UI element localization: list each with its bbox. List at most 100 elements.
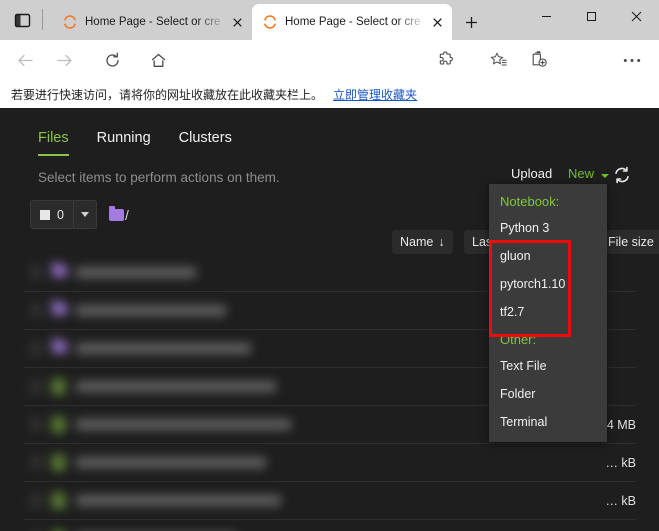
- browser-tab-2-title: Home Page - Select or cre: [285, 16, 421, 28]
- minimize-window-icon[interactable]: [524, 0, 569, 32]
- breadcrumb-path: /: [124, 206, 129, 223]
- row-meta: … kB: [560, 444, 636, 481]
- file-row-name-obscured: [30, 254, 196, 291]
- tab-files[interactable]: Files: [38, 130, 69, 156]
- row-checkbox[interactable]: [30, 342, 43, 355]
- row-meta: … kB: [560, 520, 636, 531]
- upload-button[interactable]: Upload: [511, 166, 552, 181]
- favorites-bar-message: 若要进行快速访问，请将你的网址收藏放在此收藏夹栏上。: [11, 87, 324, 102]
- settings-and-more-icon[interactable]: [620, 48, 644, 72]
- notebook-glyph: [52, 493, 65, 508]
- file-row-name-obscured: [30, 292, 226, 329]
- favorites-bar: 若要进行快速访问，请将你的网址收藏放在此收藏夹栏上。 立即管理收藏夹: [0, 80, 659, 108]
- back-icon[interactable]: [13, 48, 37, 72]
- notebook-icon: [52, 417, 67, 432]
- notebook-glyph: [52, 455, 65, 470]
- row-checkbox[interactable]: [30, 380, 43, 393]
- home-icon[interactable]: [146, 48, 170, 72]
- refresh-icon[interactable]: [613, 166, 631, 184]
- row-checkbox[interactable]: [30, 418, 43, 431]
- folder-glyph: [52, 262, 67, 277]
- file-row-name-obscured: [30, 406, 291, 443]
- folder-glyph: [52, 300, 67, 315]
- jupyter-page: Files Running Clusters Select items to p…: [0, 108, 659, 531]
- menu-item-folder[interactable]: Folder: [489, 380, 607, 408]
- menu-item-gluon[interactable]: gluon: [489, 242, 607, 270]
- column-header-name-label: Name: [400, 235, 434, 249]
- jupyter-nav-tabs: Files Running Clusters: [38, 130, 232, 156]
- jupyter-favicon: [62, 14, 78, 30]
- browser-toolbar: localhost:8888/t…: [0, 40, 659, 115]
- tab-strip-divider: [42, 9, 43, 30]
- menu-item-tf[interactable]: tf2.7: [489, 298, 607, 326]
- folder-glyph: [52, 338, 67, 353]
- table-row[interactable]: … kB: [24, 444, 636, 482]
- file-size: … kB: [605, 455, 636, 470]
- sort-arrow-icon: ↓: [438, 235, 445, 249]
- manage-favorites-link[interactable]: 立即管理收藏夹: [333, 86, 417, 103]
- tab-actions-icon[interactable]: [11, 9, 33, 31]
- folder-icon: [52, 300, 67, 318]
- menu-header-notebook: Notebook:: [500, 194, 560, 209]
- new-button[interactable]: New: [568, 166, 594, 181]
- notebook-icon: [52, 493, 67, 508]
- breadcrumb[interactable]: /: [108, 205, 129, 223]
- reload-icon[interactable]: [100, 48, 124, 72]
- column-header-name[interactable]: Name ↓: [392, 230, 453, 254]
- row-checkbox[interactable]: [30, 494, 43, 507]
- select-all-group[interactable]: 0: [30, 200, 74, 229]
- file-name[interactable]: [76, 305, 226, 316]
- browser-window: Home Page - Select or cre Home Page - Se…: [0, 0, 659, 531]
- close-tab-icon[interactable]: [227, 12, 247, 32]
- jupyter-favicon: [262, 14, 278, 30]
- extensions-icon[interactable]: [434, 48, 458, 72]
- maximize-window-icon[interactable]: [569, 0, 614, 32]
- row-checkbox[interactable]: [30, 304, 43, 317]
- column-header-size[interactable]: File size: [600, 230, 659, 254]
- menu-item-pytorch[interactable]: pytorch1.10: [489, 270, 607, 298]
- notebook-glyph: [52, 379, 65, 394]
- select-dropdown[interactable]: [72, 200, 97, 229]
- chevron-down-icon[interactable]: [72, 201, 96, 228]
- file-name[interactable]: [76, 267, 196, 278]
- file-row-name-obscured: [30, 330, 251, 367]
- browser-tab-2[interactable]: Home Page - Select or cre: [252, 4, 452, 40]
- select-all-checkbox[interactable]: [40, 209, 50, 220]
- folder-icon: [52, 338, 67, 356]
- file-list-toolbar: 0 /: [30, 200, 129, 229]
- chevron-down-icon[interactable]: [601, 174, 609, 178]
- file-name[interactable]: [76, 343, 251, 354]
- menu-item-python3[interactable]: Python 3: [489, 214, 607, 242]
- close-window-icon[interactable]: [614, 0, 659, 32]
- file-size: … kB: [605, 493, 636, 508]
- tab-clusters[interactable]: Clusters: [179, 130, 232, 156]
- table-row[interactable]: … kB: [24, 520, 636, 531]
- file-row-name-obscured: [30, 368, 276, 405]
- close-tab-icon[interactable]: [427, 12, 447, 32]
- file-row-name-obscured: [30, 520, 236, 531]
- new-dropdown-menu: Notebook: Python 3 gluon pytorch1.10 tf2…: [489, 184, 607, 442]
- file-name[interactable]: [76, 419, 291, 430]
- selection-hint: Select items to perform actions on them.: [38, 170, 280, 185]
- file-name[interactable]: [76, 457, 266, 468]
- table-row[interactable]: … kB: [24, 482, 636, 520]
- favorites-icon[interactable]: [487, 48, 511, 72]
- file-name[interactable]: [76, 495, 281, 506]
- menu-item-text-file[interactable]: Text File: [489, 352, 607, 380]
- folder-icon: [108, 205, 124, 221]
- folder-icon: [52, 262, 67, 280]
- collections-icon[interactable]: [527, 48, 551, 72]
- new-tab-icon[interactable]: [459, 10, 483, 34]
- browser-tab-1[interactable]: Home Page - Select or cre: [52, 4, 252, 40]
- menu-item-terminal[interactable]: Terminal: [489, 408, 607, 436]
- notebook-glyph: [52, 417, 65, 432]
- menu-header-other: Other:: [500, 332, 537, 347]
- notebook-icon: [52, 455, 67, 470]
- tab-running[interactable]: Running: [97, 130, 151, 156]
- browser-tab-strip: Home Page - Select or cre Home Page - Se…: [0, 0, 659, 40]
- selected-count: 0: [57, 207, 64, 222]
- forward-icon[interactable]: [52, 48, 76, 72]
- row-checkbox[interactable]: [30, 456, 43, 469]
- file-name[interactable]: [76, 381, 276, 392]
- row-checkbox[interactable]: [30, 266, 43, 279]
